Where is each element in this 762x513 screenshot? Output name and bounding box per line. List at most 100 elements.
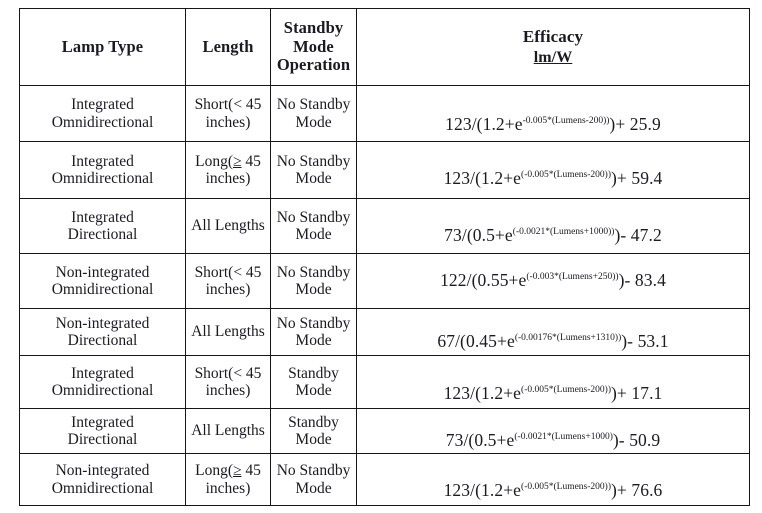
length-line: All Lengths: [191, 323, 265, 341]
column-header-efficacy: Efficacy lm/W: [356, 8, 750, 86]
formula-exponent: -0.005*(Lumens-200)): [522, 115, 610, 126]
column-header-length: Length: [185, 8, 271, 86]
page-root: Lamp Type Length Standby Mode Operation …: [0, 0, 762, 513]
lamp-type-line: Omnidirectional: [51, 281, 154, 298]
standby-mode-line: No Standby: [276, 96, 351, 114]
standby-header-line-3: Operation: [276, 55, 351, 75]
length-line: All Lengths: [191, 422, 265, 440]
standby-mode-line: No Standby: [276, 263, 351, 281]
cell-length: Short(< 45 inches): [185, 253, 271, 309]
cell-length: Long(≥ 45 inches): [185, 453, 271, 506]
standby-mode-line: Mode: [295, 281, 332, 298]
table-row: Integrated Omnidirectional Short(< 45 inche…: [19, 355, 750, 409]
efficacy-formula: 73/(0.5+e(-0.0021*(Lumens+1000))- 50.9: [446, 430, 660, 450]
formula-exponent: (-0.005*(Lumens-200)): [521, 481, 611, 492]
efficacy-header-units: lm/W: [533, 49, 573, 67]
formula-tail: )- 53.1: [621, 331, 669, 352]
standby-mode-line: No Standby: [276, 208, 351, 226]
lamp-type-line: Integrated: [71, 208, 134, 226]
lamp-type-line: Integrated: [71, 364, 134, 382]
standby-header-line-1: Standby: [283, 18, 344, 38]
cell-efficacy-formula: 73/(0.5+e(-0.0021*(Lumens+1000)))- 47.2: [356, 198, 750, 254]
formula-tail: )+ 59.4: [611, 168, 663, 189]
formula-base: 73/(0.5+e: [445, 430, 515, 451]
cell-efficacy-formula: 123/(1.2+e-0.005*(Lumens-200)))+ 25.9: [356, 85, 750, 142]
table-row: Integrated Directional All Lengths No Stand…: [19, 198, 750, 254]
cell-lamp-type: Integrated Directional: [19, 198, 186, 254]
cell-length: Long(≥ 45 inches): [185, 141, 271, 199]
cell-lamp-type: Integrated Omnidirectional: [19, 141, 186, 199]
lamp-type-line: Omnidirectional: [51, 170, 154, 187]
formula-tail: )- 50.9: [612, 430, 661, 451]
table-body: Integrated Omnidirectional Short(< 45 inche…: [19, 85, 750, 506]
table-row: Non-integrated Omnidirectional Short(< 45 i…: [19, 253, 750, 309]
efficacy-formula: 67/(0.45+e(-0.00176*(Lumens+1310)))- 53.…: [437, 331, 668, 351]
lamp-type-line: Integrated: [71, 96, 134, 114]
cell-standby-mode: No Standby Mode: [270, 308, 357, 356]
lamp-type-line: Integrated: [71, 152, 134, 170]
lamp-type-line: Omnidirectional: [51, 113, 154, 131]
lamp-type-line: Non-integrated: [55, 462, 150, 480]
lamp-efficacy-table: Lamp Type Length Standby Mode Operation …: [19, 8, 750, 506]
formula-base: 123/(1.2+e: [443, 168, 522, 189]
cell-length: Short(< 45 inches): [185, 85, 271, 142]
efficacy-formula: 73/(0.5+e(-0.0021*(Lumens+1000)))- 47.2: [444, 225, 662, 245]
header-row: Lamp Type Length Standby Mode Operation …: [19, 8, 750, 86]
standby-mode-line: Mode: [295, 226, 332, 243]
column-header-lamp-type: Lamp Type: [19, 8, 186, 86]
cell-standby-mode: No Standby Mode: [270, 453, 357, 506]
greater-equal-glyph: ≥: [233, 462, 242, 480]
length-line: All Lengths: [191, 217, 265, 235]
standby-mode-line: No Standby: [276, 314, 351, 332]
standby-mode-line: No Standby: [276, 152, 351, 170]
formula-exponent: (-0.0021*(Lumens+1000)): [512, 227, 615, 238]
formula-exponent: (-0.005*(Lumens-200)): [521, 170, 611, 181]
standby-mode-line: Standby: [288, 413, 339, 431]
lamp-type-line: Directional: [67, 332, 138, 349]
standby-mode-line: Mode: [295, 431, 332, 448]
table-row: Integrated Omnidirectional Short(< 45 inche…: [19, 85, 750, 142]
formula-base: 123/(1.2+e: [443, 479, 522, 500]
lamp-type-line: Omnidirectional: [51, 479, 154, 497]
cell-standby-mode: No Standby Mode: [270, 198, 357, 254]
cell-length: All Lengths: [185, 408, 271, 454]
formula-exponent: (-0.0021*(Lumens+1000): [514, 432, 613, 443]
formula-base: 67/(0.45+e: [437, 331, 515, 352]
cell-standby-mode: No Standby Mode: [270, 141, 357, 199]
efficacy-formula: 123/(1.2+e-0.005*(Lumens-200)))+ 25.9: [445, 114, 661, 134]
table-row: Integrated Omnidirectional Long(≥ 45 inches…: [19, 141, 750, 199]
lamp-type-line: Omnidirectional: [51, 382, 154, 399]
length-line: inches): [205, 281, 251, 298]
table-row: Non-integrated Directional All Lengths No S…: [19, 308, 750, 356]
formula-tail: )+ 17.1: [611, 383, 663, 404]
efficacy-formula: 123/(1.2+e(-0.005*(Lumens-200)))+ 59.4: [444, 168, 663, 188]
formula-tail: )+ 25.9: [609, 113, 661, 134]
formula-base: 123/(1.2+e: [445, 113, 523, 134]
cell-lamp-type: Non-integrated Directional: [19, 308, 186, 356]
length-line: Long(≥ 45: [195, 152, 261, 170]
efficacy-formula: 122/(0.55+e(-0.003*(Lumens+250)))- 83.4: [440, 270, 666, 290]
length-line: inches): [205, 170, 251, 187]
formula-base: 122/(0.55+e: [440, 270, 527, 291]
length-line: Long(≥ 45: [195, 462, 261, 480]
column-header-standby-mode-operation: Standby Mode Operation: [270, 8, 357, 86]
standby-mode-line: Standby: [288, 364, 339, 382]
standby-mode-line: Mode: [295, 332, 332, 349]
standby-mode-line: Mode: [295, 382, 332, 399]
cell-efficacy-formula: 123/(1.2+e(-0.005*(Lumens-200)))+ 76.6: [356, 453, 750, 506]
standby-header-line-2: Mode: [293, 36, 334, 56]
cell-length: All Lengths: [185, 308, 271, 356]
cell-standby-mode: Standby Mode: [270, 355, 357, 409]
formula-tail: )- 83.4: [618, 270, 666, 291]
standby-mode-line: Mode: [295, 113, 332, 131]
formula-exponent: (-0.003*(Lumens+250)): [526, 272, 619, 283]
formula-base: 73/(0.5+e: [444, 225, 513, 246]
cell-standby-mode: No Standby Mode: [270, 253, 357, 309]
cell-efficacy-formula: 67/(0.45+e(-0.00176*(Lumens+1310)))- 53.…: [356, 308, 750, 356]
cell-efficacy-formula: 122/(0.55+e(-0.003*(Lumens+250)))- 83.4: [356, 253, 750, 309]
cell-length: All Lengths: [185, 198, 271, 254]
table-row: Integrated Directional All Lengths Standby M…: [19, 408, 750, 454]
length-line: inches): [205, 382, 251, 399]
cell-length: Short(< 45 inches): [185, 355, 271, 409]
cell-lamp-type: Non-integrated Omnidirectional: [19, 253, 186, 309]
